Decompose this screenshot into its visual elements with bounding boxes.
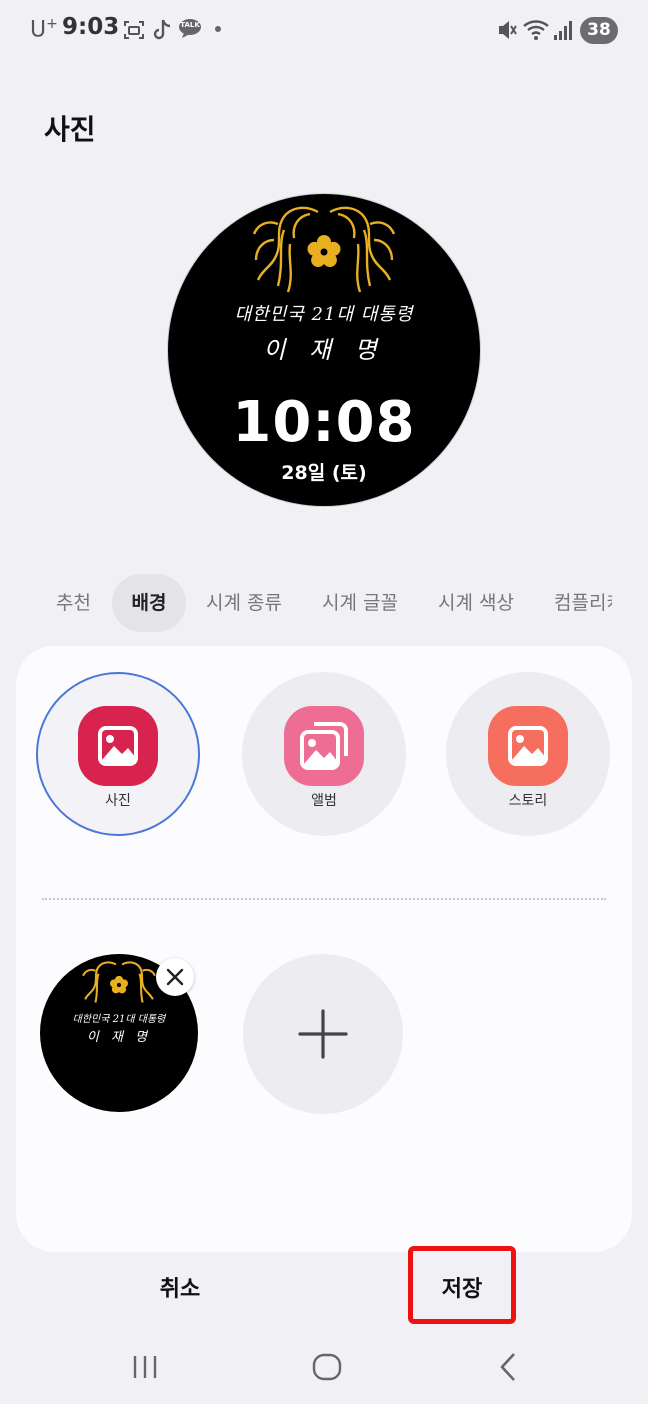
back-icon[interactable] (494, 1348, 522, 1386)
kakao-label: TALK (180, 21, 200, 29)
customize-tabs: 추천 배경 시계 종류 시계 글꼴 시계 색상 컴플리케이션 (0, 574, 612, 632)
thumbnail-handwriting-2: 이 재 명 (86, 1030, 152, 1045)
screenshot-icon (124, 21, 144, 39)
signal-icon (554, 21, 572, 40)
phoenix-emblem-icon (252, 206, 396, 293)
tab-watch-color[interactable]: 시계 색상 (438, 574, 514, 632)
handwriting-line-2: 이 재 명 (263, 336, 385, 364)
carrier-label: U+ (30, 16, 58, 42)
carrier-text: U (30, 17, 47, 43)
source-album-label: 앨범 (311, 793, 337, 809)
carrier-plus: + (46, 16, 58, 32)
tiktok-icon (153, 19, 171, 40)
source-gallery-button[interactable]: 사진 (36, 672, 200, 836)
status-time: 9:03 (62, 14, 120, 40)
dot-icon (215, 26, 221, 32)
tab-recommended[interactable]: 추천 (56, 574, 91, 632)
source-story-button[interactable]: 스토리 (446, 672, 610, 836)
section-divider (42, 898, 606, 900)
watch-time: 10:08 (232, 390, 416, 455)
story-icon (488, 706, 568, 786)
battery-indicator: 38 (580, 17, 618, 44)
add-photo-button[interactable] (243, 954, 403, 1114)
kakaotalk-icon: TALK (178, 18, 202, 40)
save-button[interactable]: 저장 (408, 1246, 516, 1324)
remove-photo-button[interactable] (156, 958, 194, 996)
cancel-button[interactable]: 취소 (100, 1262, 260, 1318)
status-bar: U+ 9:03 TALK 38 (0, 0, 648, 60)
source-album-button[interactable]: 앨범 (242, 672, 406, 836)
source-story-label: 스토리 (508, 793, 548, 809)
mute-icon (499, 21, 517, 39)
handwriting-line-1: 대한민국 21대 대통령 (234, 304, 414, 325)
plus-icon (298, 1009, 348, 1059)
home-icon[interactable] (310, 1348, 344, 1386)
tab-complications[interactable]: 컴플리케이션 (554, 574, 612, 632)
recent-apps-icon[interactable] (130, 1348, 160, 1386)
tab-watch-font[interactable]: 시계 글꼴 (322, 574, 398, 632)
source-gallery-label: 사진 (105, 793, 131, 809)
tab-watch-type[interactable]: 시계 종류 (206, 574, 282, 632)
background-options-card: 사진 앨범 스토리 대한민국 21대 대통령 이 재 명 (16, 646, 632, 1252)
album-icon (284, 706, 364, 786)
thumbnail-emblem-icon (82, 961, 156, 1003)
close-icon (166, 968, 184, 986)
wifi-icon (523, 20, 549, 40)
gallery-icon (78, 706, 158, 786)
page-title: 사진 (44, 113, 96, 146)
thumbnail-handwriting-1: 대한민국 21대 대통령 (72, 1014, 166, 1025)
tab-background[interactable]: 배경 (112, 574, 186, 632)
watch-date: 28일 (토) (281, 462, 367, 484)
watch-face-preview: 대한민국 21대 대통령 이 재 명 10:08 28일 (토) (168, 194, 480, 506)
